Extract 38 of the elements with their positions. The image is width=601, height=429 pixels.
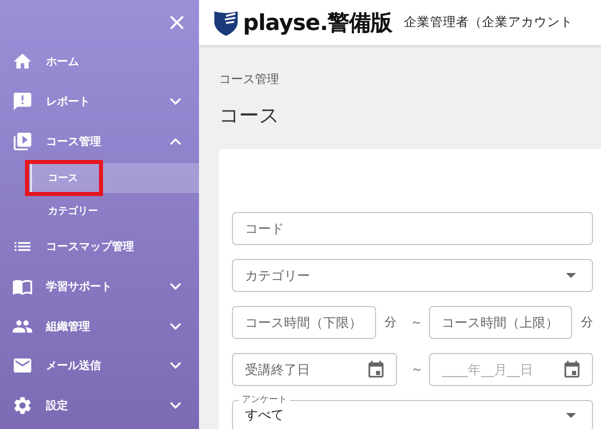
sidebar-subitem[interactable]: カテゴリー: [30, 195, 199, 228]
breadcrumb: コース管理: [219, 71, 280, 88]
sidebar-item[interactable]: レポート: [0, 82, 199, 122]
dropdown-arrow-icon: [566, 273, 576, 278]
chevron-down-icon: [170, 283, 181, 290]
date-field[interactable]: 受講終了日: [232, 353, 397, 386]
sidebar-item[interactable]: 学習サポート: [0, 266, 199, 306]
sidebar-item[interactable]: メール送信: [0, 346, 199, 386]
code-field[interactable]: コード: [232, 212, 593, 245]
calendar-icon: [562, 360, 582, 380]
range-separator: ～: [410, 314, 422, 331]
sidebar-item[interactable]: 設定: [0, 386, 199, 426]
sidebar-item[interactable]: 組織管理: [0, 306, 199, 346]
sidebar-item[interactable]: コース管理: [0, 121, 199, 162]
sidebar-item[interactable]: コースマップ管理: [0, 227, 199, 267]
input-field[interactable]: コース時間（下限）: [232, 306, 376, 339]
chevron-down-icon: [170, 402, 181, 410]
video-stack-icon: [12, 130, 33, 152]
category-select[interactable]: カテゴリー: [232, 259, 593, 292]
dropdown-arrow-icon: [566, 412, 576, 418]
date-field[interactable]: ____年__月__日: [428, 353, 593, 386]
chevron-down-icon: [170, 98, 181, 106]
page-title: コース: [219, 102, 280, 129]
chevron-down-icon: [170, 362, 181, 370]
close-button[interactable]: ×: [162, 8, 191, 36]
speech-bubble-icon: [12, 91, 33, 112]
logo-text: playse.警備版: [243, 10, 392, 38]
range-separator: ～: [410, 361, 423, 378]
input-field[interactable]: コース時間（上限）: [428, 306, 572, 339]
chevron-up-icon: [170, 138, 181, 145]
user-name: 企業管理者（企業アカウント: [404, 14, 574, 31]
survey-select[interactable]: アンケート すべて: [232, 394, 593, 429]
chevron-down-icon: [170, 322, 181, 330]
calendar-icon: [366, 360, 386, 380]
unit-label: 分: [384, 314, 396, 331]
settings-icon: [12, 395, 33, 416]
unit-label: 分: [581, 314, 593, 331]
sidebar-item[interactable]: ホーム: [0, 42, 199, 82]
